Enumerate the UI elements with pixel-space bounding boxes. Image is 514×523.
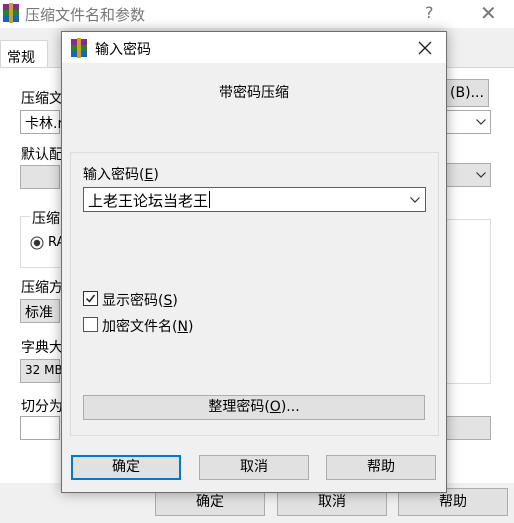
- password-value: 上老王论坛当老王: [88, 192, 209, 210]
- split-volume-field[interactable]: [20, 416, 60, 440]
- split-volume-label: 切分为: [21, 399, 63, 415]
- chevron-down-icon[interactable]: [410, 197, 420, 203]
- dictionary-size-value: 32 MB: [25, 363, 63, 377]
- default-profile-button[interactable]: [20, 165, 60, 189]
- archive-name-value: 卡林.r: [25, 116, 64, 132]
- ok-button[interactable]: 确定: [71, 455, 181, 480]
- default-profile-dropdown[interactable]: [445, 163, 491, 187]
- encrypt-filenames-label: 加密文件名(N): [102, 319, 194, 335]
- dictionary-size-label: 字典大: [21, 340, 63, 356]
- organize-passwords-button[interactable]: 整理密码(O)...: [83, 395, 425, 420]
- encrypt-filenames-checkbox[interactable]: [83, 317, 98, 332]
- chevron-down-icon: [476, 172, 486, 178]
- password-input[interactable]: 上老王论坛当老王: [83, 187, 426, 212]
- show-password-checkbox[interactable]: [83, 291, 98, 306]
- tab-general[interactable]: 常规: [0, 40, 48, 68]
- compression-method-label: 压缩方: [21, 280, 63, 296]
- winrar-icon: [3, 3, 19, 23]
- text-caret: [209, 191, 210, 208]
- dialog-title: 输入密码: [95, 42, 151, 58]
- compression-method-select[interactable]: 标准: [20, 299, 60, 323]
- checkmark-icon: [85, 294, 96, 303]
- help-button[interactable]: 帮助: [326, 455, 436, 480]
- tab-general-label: 常规: [7, 50, 35, 66]
- radio-rar[interactable]: [30, 236, 44, 250]
- archive-format-label: 压缩: [30, 208, 62, 228]
- close-icon[interactable]: [414, 37, 436, 59]
- password-label: 输入密码(E): [83, 167, 159, 183]
- dictionary-size-select[interactable]: 32 MB: [20, 359, 63, 383]
- background-title-bar: 压缩文件名和参数 ? ✕: [0, 0, 514, 28]
- options-group: [445, 219, 491, 384]
- compression-method-value: 标准: [25, 305, 53, 321]
- close-icon[interactable]: ✕: [480, 1, 497, 25]
- password-dialog: 输入密码 带密码压缩 输入密码(E) 上老王论坛当老王 显示密码(S) 加密文件…: [61, 31, 447, 493]
- help-icon[interactable]: ?: [425, 3, 434, 22]
- default-profile-label: 默认配: [21, 147, 63, 163]
- cancel-button[interactable]: 取消: [199, 455, 309, 480]
- archive-name-dropdown[interactable]: [445, 110, 491, 134]
- dialog-title-bar[interactable]: 输入密码: [62, 32, 446, 63]
- archive-name-label: 压缩文: [21, 91, 63, 107]
- chevron-down-icon: [476, 119, 486, 125]
- winrar-icon: [71, 38, 87, 58]
- show-password-label: 显示密码(S): [102, 293, 178, 309]
- archive-name-field[interactable]: 卡林.r: [20, 110, 64, 134]
- background-window-title: 压缩文件名和参数: [25, 6, 146, 24]
- dialog-heading: 带密码压缩: [219, 85, 289, 101]
- split-volume-dropdown[interactable]: [445, 416, 491, 440]
- browse-button[interactable]: (B)...: [445, 79, 489, 107]
